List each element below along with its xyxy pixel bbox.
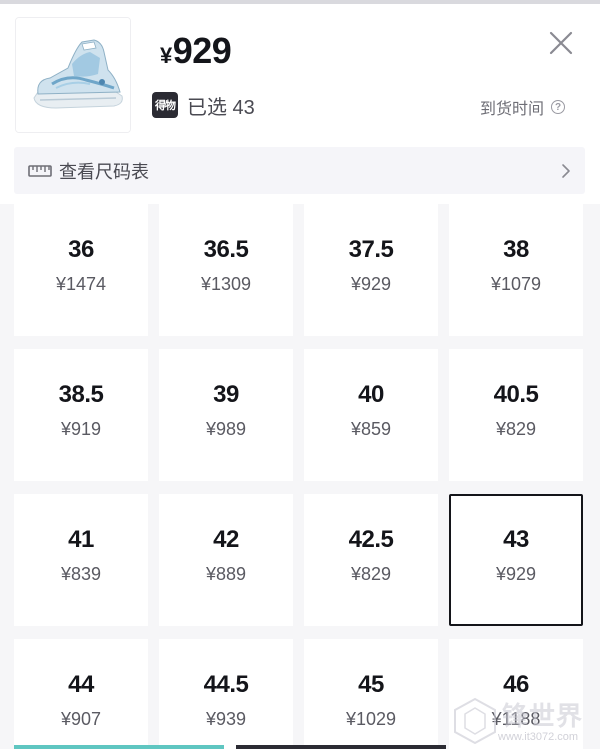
size-value: 42 <box>213 526 239 553</box>
size-option-38[interactable]: 38 ¥1079 <box>449 204 583 336</box>
size-price: ¥939 <box>205 709 247 729</box>
size-price: ¥829 <box>495 419 537 439</box>
size-value: 44.5 <box>203 671 249 698</box>
size-price: ¥1188 <box>491 709 541 729</box>
size-price: ¥1474 <box>55 274 107 294</box>
size-option-45[interactable]: 45 ¥1029 <box>304 639 438 749</box>
size-price: ¥1029 <box>345 709 397 729</box>
selected-size-row: 得物 已选 43 <box>152 91 255 119</box>
size-price: ¥859 <box>350 419 392 439</box>
size-value: 40 <box>358 381 384 408</box>
size-price: ¥889 <box>205 564 247 584</box>
size-option-46[interactable]: 46 ¥1188 <box>449 639 583 749</box>
size-value: 39 <box>213 381 239 408</box>
size-option-39[interactable]: 39 ¥989 <box>159 349 293 481</box>
size-value: 36 <box>68 236 94 263</box>
size-chart-label: 查看尺码表 <box>59 161 149 182</box>
size-value: 42.5 <box>348 526 394 553</box>
size-value: 44 <box>68 671 94 698</box>
size-price: ¥907 <box>60 709 102 729</box>
size-value: 40.5 <box>493 381 539 408</box>
size-chart-button[interactable]: 查看尺码表 <box>14 147 585 194</box>
price-value: 929 <box>172 30 232 71</box>
size-value: 45 <box>358 671 384 698</box>
size-option-42[interactable]: 42 ¥889 <box>159 494 293 626</box>
size-price: ¥1309 <box>200 274 252 294</box>
price-currency: ¥ <box>160 43 172 68</box>
size-option-40-5[interactable]: 40.5 ¥829 <box>449 349 583 481</box>
product-price: ¥929 <box>160 30 232 72</box>
size-value: 36.5 <box>203 236 249 263</box>
size-value: 46 <box>503 671 529 698</box>
help-icon: ? <box>551 100 566 114</box>
close-button[interactable] <box>547 29 575 57</box>
size-price: ¥989 <box>205 419 247 439</box>
size-option-44-5[interactable]: 44.5 ¥939 <box>159 639 293 749</box>
size-value: 43 <box>503 526 529 553</box>
size-option-36[interactable]: 36 ¥1474 <box>14 204 148 336</box>
size-option-44[interactable]: 44 ¥907 <box>14 639 148 749</box>
size-value: 41 <box>68 526 94 553</box>
bottom-accent-bar <box>14 745 224 749</box>
sneaker-image <box>16 18 130 132</box>
selected-size-label: 已选 43 <box>187 96 255 119</box>
size-option-43[interactable]: 43 ¥929 <box>449 494 583 626</box>
dewu-logo-badge: 得物 <box>152 92 178 118</box>
size-value: 38.5 <box>58 381 104 408</box>
size-price: ¥929 <box>350 274 392 294</box>
chevron-right-icon <box>562 164 570 178</box>
arrival-time-link[interactable]: 到货时间 ? <box>480 95 566 119</box>
ruler-icon <box>28 164 52 177</box>
size-option-40[interactable]: 40 ¥859 <box>304 349 438 481</box>
size-option-42-5[interactable]: 42.5 ¥829 <box>304 494 438 626</box>
product-header: ¥929 得物 已选 43 到货时间 ? <box>0 4 600 140</box>
size-value: 37.5 <box>348 236 394 263</box>
size-option-41[interactable]: 41 ¥839 <box>14 494 148 626</box>
size-option-38-5[interactable]: 38.5 ¥919 <box>14 349 148 481</box>
size-option-36-5[interactable]: 36.5 ¥1309 <box>159 204 293 336</box>
arrival-time-label: 到货时间 <box>480 101 545 118</box>
size-grid-area: 36 ¥1474 36.5 ¥1309 37.5 ¥929 38 ¥1079 38.5 ¥919 3… <box>0 204 600 749</box>
size-price: ¥929 <box>495 564 537 584</box>
size-value: 38 <box>503 236 529 263</box>
size-price: ¥1079 <box>490 274 542 294</box>
product-thumbnail <box>15 17 131 133</box>
bottom-dark-bar <box>236 745 446 749</box>
size-price: ¥829 <box>350 564 392 584</box>
size-grid: 36 ¥1474 36.5 ¥1309 37.5 ¥929 38 ¥1079 38.5 ¥919 3… <box>0 204 600 749</box>
size-price: ¥919 <box>60 419 102 439</box>
close-icon <box>549 31 573 55</box>
size-option-37-5[interactable]: 37.5 ¥929 <box>304 204 438 336</box>
size-price: ¥839 <box>60 564 102 584</box>
